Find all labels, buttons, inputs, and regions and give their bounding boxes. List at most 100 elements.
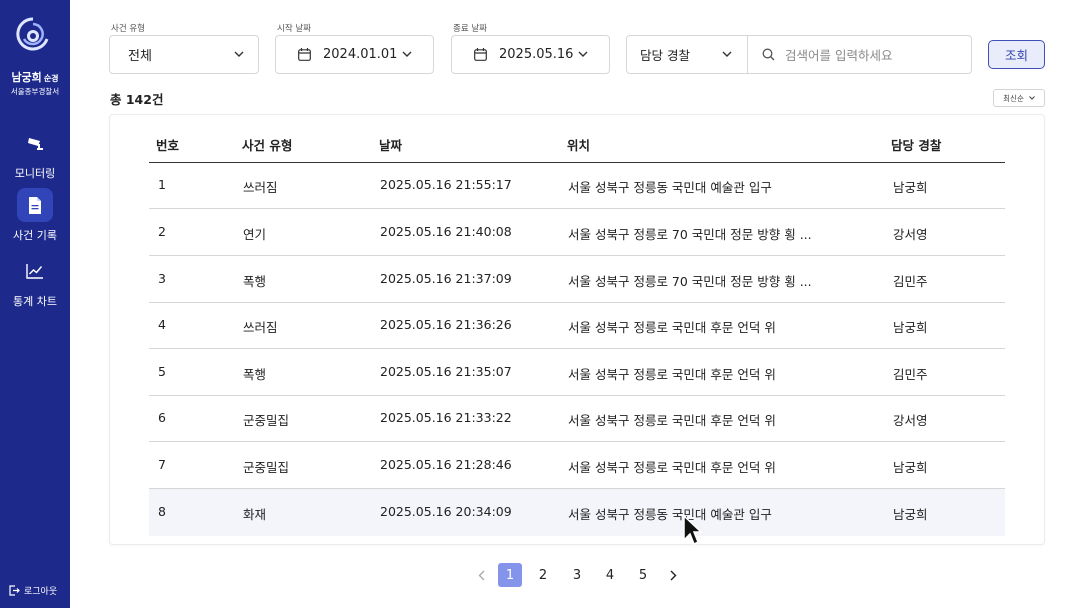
cell-type: 군중밀집	[243, 413, 290, 428]
sort-select[interactable]: 최신순	[993, 89, 1045, 107]
cell-officer: 남궁희	[893, 460, 928, 475]
cell-date: 2025.05.16 20:34:09	[380, 504, 512, 519]
cell-date: 2025.05.16 21:40:08	[380, 224, 512, 239]
cell-number: 7	[158, 457, 166, 472]
cell-number: 4	[158, 317, 166, 332]
pagination-page-4[interactable]: 4	[598, 563, 622, 587]
chevron-left-icon	[478, 570, 484, 580]
column-header-number: 번호	[156, 138, 180, 153]
cell-date: 2025.05.16 21:35:07	[380, 364, 512, 379]
incident-type-label: 사건 유형	[111, 24, 145, 34]
user-station: 서울종부경찰서	[10, 87, 60, 96]
table-row[interactable]: 5 폭행 2025.05.16 21:35:07 서울 성북구 정릉로 국민대 …	[149, 349, 1005, 396]
start-date-label: 시작 날짜	[277, 24, 311, 34]
cell-date: 2025.05.16 21:37:09	[380, 271, 512, 286]
pagination-prev[interactable]	[469, 563, 493, 587]
pagination-next[interactable]	[661, 563, 685, 587]
user-name-text: 남궁희	[11, 71, 42, 84]
cell-type: 쓰러짐	[243, 180, 278, 195]
user-rank: 순경	[43, 74, 59, 83]
table-row[interactable]: 6 군중밀집 2025.05.16 21:33:22 서울 성북구 정릉로 국민…	[149, 395, 1005, 442]
table-row[interactable]: 1 쓰러짐 2025.05.16 21:55:17 서울 성북구 정릉동 국민대…	[149, 162, 1005, 209]
cell-number: 1	[158, 177, 166, 192]
pagination-page-1[interactable]: 1	[498, 563, 522, 587]
sidebar: 남궁희 순경 서울종부경찰서 모니터링 사건 기록 통계 차트 로그아웃	[0, 0, 70, 608]
chevron-right-icon	[670, 570, 676, 580]
nav-icon-wrap	[17, 126, 53, 160]
search-icon	[762, 48, 775, 61]
total-count: 총 142건	[110, 92, 164, 107]
nav-label-statistics: 통계 차트	[13, 295, 57, 308]
search-button[interactable]: 조회	[988, 40, 1045, 69]
cell-officer: 김민주	[893, 274, 928, 289]
cell-date: 2025.05.16 21:55:17	[380, 177, 512, 192]
cell-number: 8	[158, 504, 166, 519]
cell-type: 연기	[243, 227, 267, 242]
cell-date: 2025.05.16 21:36:26	[380, 317, 512, 332]
incident-type-select[interactable]: 전체	[109, 35, 259, 74]
cell-location: 서울 성북구 정릉로 국민대 후문 언덕 위	[568, 460, 776, 475]
logout-icon	[9, 585, 20, 596]
officer-select[interactable]: 담당 경찰	[626, 35, 748, 74]
table-row[interactable]: 7 군중밀집 2025.05.16 21:28:46 서울 성북구 정릉로 국민…	[149, 442, 1005, 489]
end-date-label: 종료 날짜	[453, 24, 487, 34]
logout-button[interactable]: 로그아웃	[9, 584, 57, 597]
calendar-icon	[298, 48, 311, 61]
cell-type: 화재	[243, 507, 267, 522]
cell-number: 5	[158, 364, 166, 379]
cell-date: 2025.05.16 21:33:22	[380, 410, 512, 425]
incident-type-value: 전체	[128, 49, 152, 64]
cell-location: 서울 성북구 정릉동 국민대 예술관 입구	[568, 507, 772, 522]
cell-number: 2	[158, 224, 166, 239]
officer-select-value: 담당 경찰	[640, 48, 690, 63]
app-root: 남궁희 순경 서울종부경찰서 모니터링 사건 기록 통계 차트 로그아웃 사건 …	[0, 0, 1080, 608]
calendar-icon	[474, 48, 487, 61]
end-date-value: 2025.05.16	[499, 47, 574, 62]
start-date-picker[interactable]: 2024.01.01	[275, 35, 434, 74]
sort-value: 최신순	[1003, 93, 1024, 103]
cell-type: 쓰러짐	[243, 320, 278, 335]
table-header: 번호 사건 유형 날짜 위치 담당 경찰	[149, 122, 1005, 163]
cell-type: 폭행	[243, 274, 267, 289]
search-placeholder: 검색어를 입력하세요	[785, 48, 893, 63]
table-row[interactable]: 3 폭행 2025.05.16 21:37:09 서울 성북구 정릉로 70 국…	[149, 256, 1005, 303]
cell-officer: 강서영	[893, 413, 928, 428]
pagination-page-3[interactable]: 3	[565, 563, 589, 587]
cell-officer: 김민주	[893, 367, 928, 382]
chevron-down-icon	[1028, 96, 1035, 100]
start-date-value: 2024.01.01	[323, 47, 398, 62]
table-row[interactable]: 8 화재 2025.05.16 20:34:09 서울 성북구 정릉동 국민대 …	[149, 489, 1005, 536]
cell-officer: 강서영	[893, 227, 928, 242]
cell-location: 서울 성북구 정릉로 국민대 후문 언덕 위	[568, 413, 776, 428]
cell-location: 서울 성북구 정릉로 70 국민대 정문 방향 횡 ...	[568, 227, 812, 242]
end-date-picker[interactable]: 2025.05.16	[451, 35, 610, 74]
chevron-down-icon	[578, 51, 588, 57]
nav-item-statistics[interactable]: 통계 차트	[0, 254, 70, 309]
column-header-type: 사건 유형	[242, 138, 293, 153]
cell-number: 3	[158, 271, 166, 286]
cell-officer: 남궁희	[893, 320, 928, 335]
table-row[interactable]: 2 연기 2025.05.16 21:40:08 서울 성북구 정릉로 70 국…	[149, 209, 1005, 256]
user-name: 남궁희 순경	[0, 69, 70, 85]
cell-officer: 남궁희	[893, 180, 928, 195]
line-chart-icon	[26, 264, 43, 279]
column-header-date: 날짜	[379, 138, 403, 153]
cell-location: 서울 성북구 정릉로 국민대 후문 언덕 위	[568, 367, 776, 382]
logout-label: 로그아웃	[24, 587, 58, 597]
search-input[interactable]: 검색어를 입력하세요	[747, 35, 972, 74]
chevron-down-icon	[402, 51, 412, 57]
cell-number: 6	[158, 410, 166, 425]
chevron-down-icon	[234, 51, 244, 57]
cell-officer: 남궁희	[893, 507, 928, 522]
nav-label-incident-records: 사건 기록	[13, 229, 57, 242]
nav-item-monitoring[interactable]: 모니터링	[0, 126, 70, 181]
cell-location: 서울 성북구 정릉로 70 국민대 정문 방향 횡 ...	[568, 274, 812, 289]
nav-icon-wrap	[17, 188, 53, 222]
pagination-page-5[interactable]: 5	[631, 563, 655, 587]
cell-type: 폭행	[243, 367, 267, 382]
nav-label-monitoring: 모니터링	[14, 167, 56, 180]
cell-type: 군중밀집	[243, 460, 290, 475]
table-row[interactable]: 4 쓰러짐 2025.05.16 21:36:26 서울 성북구 정릉로 국민대…	[149, 302, 1005, 349]
nav-item-incident-records[interactable]: 사건 기록	[0, 188, 70, 243]
pagination-page-2[interactable]: 2	[531, 563, 555, 587]
